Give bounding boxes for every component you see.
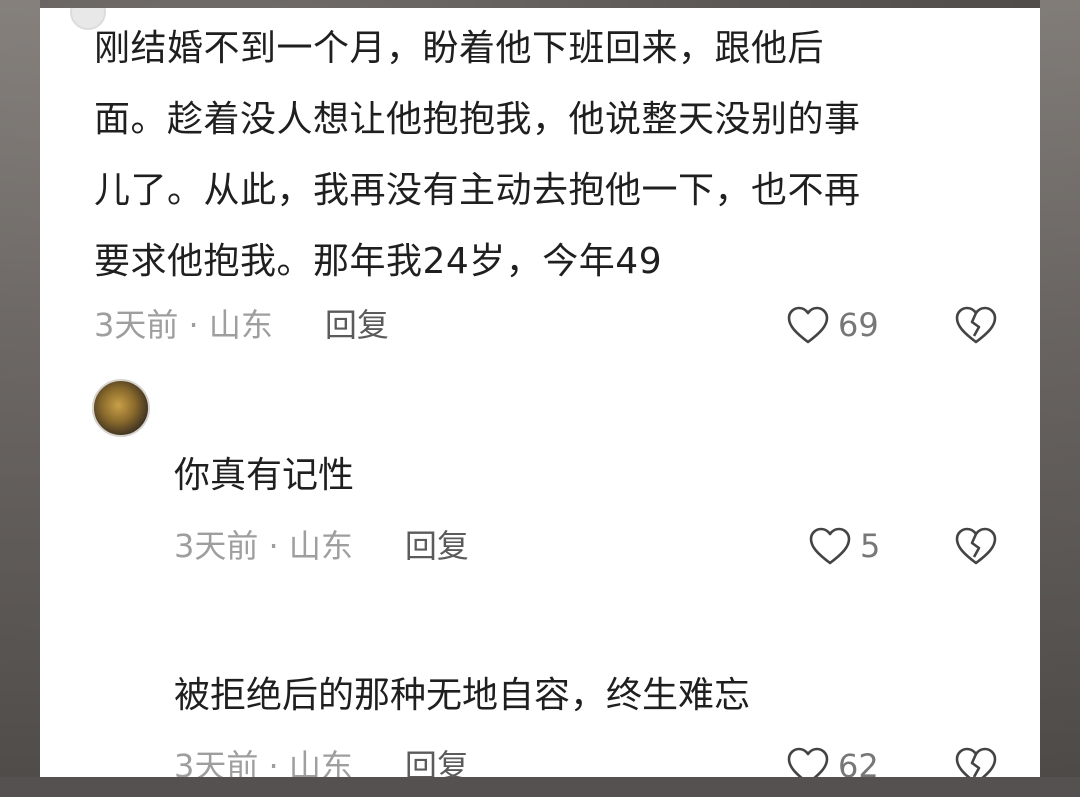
reply-time-location: 3天前 · 山东 <box>174 747 353 777</box>
heart-outline-icon <box>787 306 829 344</box>
comment-line: 刚结婚不到一个月，盼着他下班回来，跟他后 <box>94 28 825 69</box>
broken-heart-icon[interactable] <box>954 305 998 345</box>
comment-line: 要求他抱我。那年我24岁，今年49 <box>94 241 663 282</box>
reply-button[interactable]: 回复 <box>405 746 469 777</box>
comment-text: 刚结婚不到一个月，盼着他下班回来，跟他后 面。趁着没人想让他抱抱我，他说整天没别… <box>94 13 994 297</box>
comment-time-location: 3天前 · 山东 <box>94 306 273 344</box>
heart-outline-icon <box>809 527 851 565</box>
like-count: 62 <box>838 747 879 777</box>
comment-line: 面。趁着没人想让他抱抱我，他说整天没别的事 <box>94 99 861 140</box>
like-button[interactable]: 5 <box>808 526 880 566</box>
broken-heart-icon[interactable] <box>954 526 998 566</box>
background-right <box>1040 0 1080 797</box>
comment-line: 儿了。从此，我再没有主动去抱他一下，也不再 <box>94 170 861 211</box>
broken-heart-icon[interactable] <box>954 746 998 777</box>
background-left <box>0 0 40 797</box>
reply-text: 被拒绝后的那种无地自容，终生难忘 <box>174 675 751 716</box>
reply-meta: 3天前 · 山东 回复 <box>174 526 469 566</box>
comment-meta: 3天前 · 山东 回复 <box>94 305 389 345</box>
like-count: 69 <box>838 306 879 344</box>
comment-card: 刚结婚不到一个月，盼着他下班回来，跟他后 面。趁着没人想让他抱抱我，他说整天没别… <box>40 8 1040 777</box>
reply-text: 你真有记性 <box>174 455 355 496</box>
like-button[interactable]: 62 <box>786 746 879 777</box>
like-button[interactable]: 69 <box>786 305 879 345</box>
background-bottom <box>0 777 1080 797</box>
like-count: 5 <box>860 527 881 565</box>
reply-meta: 3天前 · 山东 回复 <box>174 746 469 777</box>
reply-time-location: 3天前 · 山东 <box>174 527 353 565</box>
reply-button[interactable]: 回复 <box>325 305 389 345</box>
reply-avatar[interactable] <box>92 379 150 437</box>
heart-outline-icon <box>787 747 829 777</box>
reply-button[interactable]: 回复 <box>405 526 469 566</box>
